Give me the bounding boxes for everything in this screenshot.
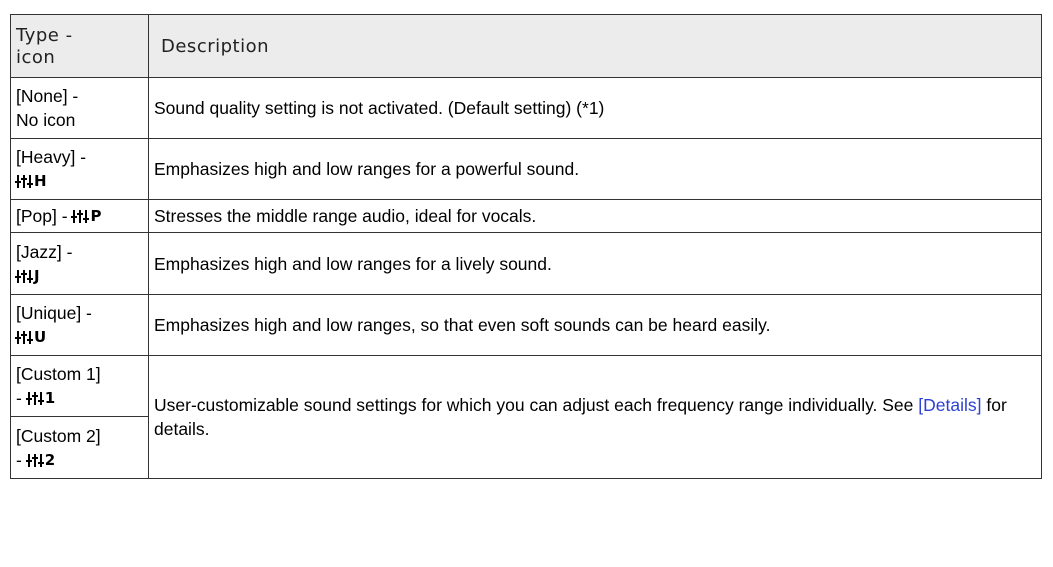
description-cell: Emphasizes high and low ranges, so that … [148, 294, 1042, 356]
type-cell: [Pop] - P [10, 199, 149, 233]
equalizer-icon [15, 331, 33, 344]
description-cell: Emphasizes high and low ranges for a pow… [148, 138, 1042, 200]
description-cell: Stresses the middle range audio, ideal f… [148, 199, 1042, 233]
custom-description-cell: User-customizable sound settings for whi… [148, 355, 1042, 479]
equalizer-icon [15, 175, 33, 188]
table-row-heavy: [Heavy] - H Emphasizes high and low rang… [10, 138, 1042, 200]
table-row-pop: [Pop] - P Stresses the middle range audi… [10, 199, 1042, 233]
type-cell: [Unique] - U [10, 294, 149, 356]
eq-custom1-icon: 1 [25, 389, 56, 407]
table-row-unique: [Unique] - U Emphasizes high and low ran… [10, 294, 1042, 356]
type-dash: - [16, 388, 22, 408]
type-cell: [Custom 1] - 1 [10, 355, 149, 417]
type-dash: - [16, 449, 22, 470]
table-row-custom-1: [Custom 1] - 1 User-customizable sound s… [10, 355, 1042, 479]
eq-unique-icon: U [15, 328, 47, 346]
equalizer-icon [25, 453, 44, 467]
eq-custom2-icon: 2 [25, 450, 56, 469]
icon-letter: H [34, 172, 47, 190]
type-icon-header-line1: Type - [16, 25, 73, 46]
icon-letter: J [34, 266, 40, 285]
equalizer-icon [15, 269, 33, 283]
details-link[interactable]: [Details] [918, 395, 981, 415]
description-cell: Sound quality setting is not activated. … [148, 77, 1042, 139]
type-cell: [None] - No icon [10, 77, 149, 139]
description-cell: Emphasizes high and low ranges for a liv… [148, 232, 1042, 295]
type-label: [Jazz] - [16, 241, 73, 262]
type-label: [Heavy] - [16, 147, 87, 167]
type-cell: [Custom 2] - 2 [10, 416, 149, 479]
type-cell: [Jazz] - J [10, 232, 149, 295]
sound-quality-table: Type - icon Description [None] - No icon… [10, 14, 1042, 479]
icon-letter: 2 [44, 450, 56, 469]
table-header-row: Type - icon Description [10, 14, 1042, 78]
eq-jazz-icon: J [15, 266, 40, 285]
type-cell: [Heavy] - H [10, 138, 149, 200]
type-icon-column-header: Type - icon [10, 14, 149, 78]
icon-letter: P [90, 207, 102, 225]
icon-letter: U [34, 328, 47, 346]
custom-description-text: User-customizable sound settings for whi… [154, 395, 919, 415]
no-icon-label: No icon [16, 110, 76, 130]
type-icon-header-line2: icon [16, 47, 56, 68]
eq-pop-icon: P [71, 207, 102, 225]
equalizer-icon [25, 392, 44, 405]
eq-heavy-icon: H [15, 172, 47, 190]
type-label: [None] - [16, 86, 79, 106]
type-label: [Pop] - [16, 206, 68, 226]
type-label: [Custom 2] [16, 425, 101, 446]
type-label: [Custom 1] [16, 364, 101, 384]
equalizer-icon [71, 210, 90, 223]
icon-letter: 1 [44, 389, 56, 407]
type-label: [Unique] - [16, 303, 92, 323]
description-column-header: Description [148, 14, 1042, 78]
table-row-none: [None] - No icon Sound quality setting i… [10, 77, 1042, 139]
table-row-jazz: [Jazz] - J Emphasizes high and low range… [10, 232, 1042, 295]
